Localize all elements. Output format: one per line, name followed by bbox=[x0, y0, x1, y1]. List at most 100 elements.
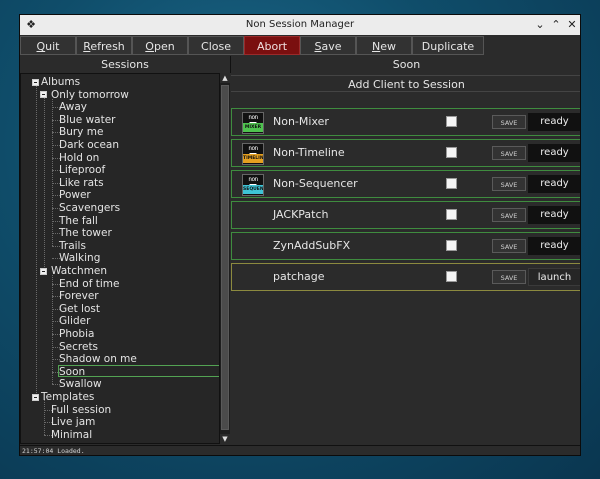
client-save-button[interactable]: SAVE bbox=[492, 177, 526, 191]
client-name: ZynAddSubFX bbox=[273, 239, 351, 252]
session-clients-pane: Add Client to Session non MIXER Non-Mixer S… bbox=[231, 73, 580, 444]
quit-label: uit bbox=[45, 40, 60, 53]
client-gui-checkbox[interactable] bbox=[446, 116, 457, 127]
tree-scrollbar[interactable]: ▲ ▼ bbox=[220, 73, 230, 444]
tree-group-item[interactable]: Templates bbox=[41, 391, 94, 403]
tree-guide-line bbox=[44, 96, 45, 271]
tree-guide-line bbox=[44, 399, 45, 435]
tree-group-item[interactable]: Minimal bbox=[51, 429, 92, 441]
session-tree[interactable]: Albums Only tomorrow Away Blue water Bury me… bbox=[20, 73, 220, 444]
tree-group-item[interactable]: Live jam bbox=[51, 416, 95, 428]
tree-session-item[interactable]: The tower bbox=[59, 227, 112, 239]
client-save-button[interactable]: SAVE bbox=[492, 146, 526, 160]
new-button[interactable]: New bbox=[356, 36, 412, 55]
client-name: Non-Timeline bbox=[273, 146, 345, 159]
tree-session-item[interactable]: Blue water bbox=[59, 114, 116, 126]
tree-group-item[interactable]: Watchmen bbox=[51, 265, 107, 277]
refresh-label: efresh bbox=[90, 40, 125, 53]
client-name: patchage bbox=[273, 270, 325, 283]
tree-group-item[interactable]: Only tomorrow bbox=[51, 89, 129, 101]
tree-session-item[interactable]: Forever bbox=[59, 290, 99, 302]
tree-session-item[interactable]: Swallow bbox=[59, 378, 102, 390]
current-session-title: Soon bbox=[231, 56, 580, 73]
tree-guide-line bbox=[52, 275, 53, 385]
new-label: ew bbox=[380, 40, 396, 53]
client-save-button[interactable]: SAVE bbox=[492, 115, 526, 129]
add-client-button[interactable]: Add Client to Session bbox=[231, 75, 580, 92]
icon-band-label: MIXER bbox=[243, 123, 263, 132]
client-status: ready bbox=[528, 206, 580, 224]
tree-session-item[interactable]: Scavengers bbox=[59, 202, 120, 214]
save-label: ave bbox=[321, 40, 342, 53]
minimize-icon[interactable]: ⌄ bbox=[532, 17, 548, 32]
tree-session-item[interactable]: Get lost bbox=[59, 303, 100, 315]
maximize-icon[interactable]: ⌃ bbox=[548, 17, 564, 32]
client-save-button[interactable]: SAVE bbox=[492, 239, 526, 253]
icon-logo-text: non bbox=[248, 176, 258, 183]
tree-session-item[interactable]: Secrets bbox=[59, 341, 98, 353]
tree-session-item[interactable]: Soon bbox=[59, 366, 85, 378]
icon-logo-text: non bbox=[248, 145, 258, 152]
client-gui-checkbox[interactable] bbox=[446, 147, 457, 158]
tree-session-item[interactable]: Bury me bbox=[59, 126, 103, 138]
tree-session-item[interactable]: Trails bbox=[59, 240, 86, 252]
client-save-button[interactable]: SAVE bbox=[492, 208, 526, 222]
tree-session-item[interactable]: Dark ocean bbox=[59, 139, 119, 151]
scroll-thumb[interactable] bbox=[221, 85, 229, 430]
tree-session-item[interactable]: Power bbox=[59, 189, 91, 201]
client-row: ZynAddSubFX SAVE ready bbox=[231, 232, 580, 260]
tree-session-item[interactable]: Phobia bbox=[59, 328, 94, 340]
duplicate-button[interactable]: Duplicate bbox=[412, 36, 484, 55]
tree-session-item[interactable]: Like rats bbox=[59, 177, 104, 189]
toolbar: Quit Refresh Open Close Abort Save New D… bbox=[20, 35, 580, 56]
non-mixer-icon: non MIXER bbox=[242, 112, 264, 134]
tree-session-item[interactable]: Glider bbox=[59, 315, 90, 327]
client-gui-checkbox[interactable] bbox=[446, 209, 457, 220]
client-status[interactable]: launch bbox=[528, 268, 580, 286]
tree-session-item[interactable]: Shadow on me bbox=[59, 353, 137, 365]
quit-button[interactable]: Quit bbox=[20, 36, 76, 55]
client-status: ready bbox=[528, 175, 580, 193]
scroll-up-icon[interactable]: ▲ bbox=[220, 73, 230, 83]
close-button[interactable]: Close bbox=[188, 36, 244, 55]
tree-session-item[interactable]: Lifeproof bbox=[59, 164, 105, 176]
collapse-icon[interactable] bbox=[40, 267, 47, 275]
open-button[interactable]: Open bbox=[132, 36, 188, 55]
tree-group-item[interactable]: Albums bbox=[41, 76, 80, 88]
tree-session-item[interactable]: The fall bbox=[59, 215, 98, 227]
client-gui-checkbox[interactable] bbox=[446, 178, 457, 189]
tree-session-item[interactable]: Hold on bbox=[59, 152, 99, 164]
abort-button[interactable]: Abort bbox=[244, 36, 300, 55]
icon-logo-text: non bbox=[248, 114, 258, 121]
close-window-icon[interactable]: ✕ bbox=[564, 17, 580, 32]
tree-session-item[interactable]: End of time bbox=[59, 278, 119, 290]
client-name: Non-Mixer bbox=[273, 115, 329, 128]
client-gui-checkbox[interactable] bbox=[446, 240, 457, 251]
scroll-down-icon[interactable]: ▼ bbox=[220, 434, 230, 444]
collapse-icon[interactable] bbox=[40, 91, 47, 99]
title-bar: ❖ Non Session Manager ⌄ ⌃ ✕ bbox=[20, 15, 580, 36]
client-status: ready bbox=[528, 113, 580, 131]
client-row: non SEQUENCER Non-Sequencer SAVEready bbox=[231, 170, 580, 198]
icon-band-label: SEQUENCER bbox=[243, 185, 264, 194]
refresh-button[interactable]: Refresh bbox=[76, 36, 132, 55]
status-bar: 21:57:04 Loaded. bbox=[20, 445, 580, 455]
icon-band-label: TIMELINE bbox=[243, 154, 264, 163]
tree-session-item[interactable]: Away bbox=[59, 101, 87, 113]
non-timeline-icon: non TIMELINE bbox=[242, 143, 264, 165]
new-mnemonic: N bbox=[372, 40, 381, 53]
tree-group-item[interactable]: Full session bbox=[51, 404, 111, 416]
tree-session-item[interactable]: Walking bbox=[59, 252, 100, 264]
collapse-icon[interactable] bbox=[32, 393, 39, 401]
tree-guide-line bbox=[36, 82, 37, 397]
non-sequencer-icon: non SEQUENCER bbox=[242, 174, 264, 196]
save-button[interactable]: Save bbox=[300, 36, 356, 55]
collapse-icon[interactable] bbox=[32, 78, 39, 86]
client-name: JACKPatch bbox=[273, 208, 329, 221]
client-row: JACKPatch SAVE ready bbox=[231, 201, 580, 229]
client-row: patchage SAVE launch bbox=[231, 263, 580, 291]
client-save-button[interactable]: SAVE bbox=[492, 270, 526, 284]
client-gui-checkbox[interactable] bbox=[446, 271, 457, 282]
open-mnemonic: O bbox=[145, 40, 154, 53]
client-row: non TIMELINE Non-Timeline SAVEready bbox=[231, 139, 580, 167]
